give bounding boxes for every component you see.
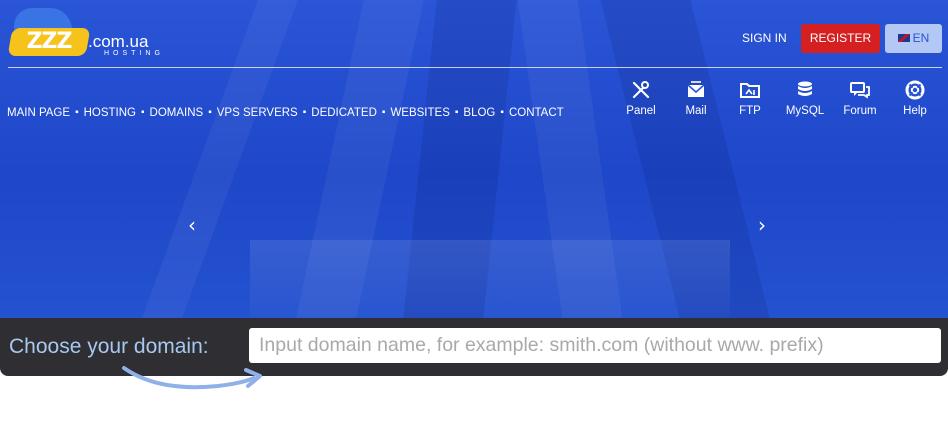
database-icon bbox=[798, 81, 812, 96]
nav-domains[interactable]: DOMAINS bbox=[150, 105, 204, 121]
hero-decoration bbox=[250, 240, 730, 318]
uk-flag-icon bbox=[897, 34, 910, 42]
tool-forum[interactable]: Forum bbox=[840, 80, 880, 120]
lifebuoy-icon bbox=[905, 80, 925, 100]
nav-separator: ▪ bbox=[302, 107, 307, 118]
logo-domain: .com.ua bbox=[88, 32, 149, 51]
curved-arrow-icon bbox=[122, 366, 262, 390]
nav-separator: ▪ bbox=[75, 107, 79, 118]
tool-help[interactable]: Help bbox=[898, 80, 932, 120]
language-label: EN bbox=[912, 31, 930, 45]
language-switcher[interactable]: EN bbox=[885, 24, 942, 53]
site-logo[interactable]: ZZZ .com.ua HOSTING bbox=[7, 6, 160, 58]
nav-dedicated[interactable]: DEDICATED bbox=[311, 105, 377, 121]
sign-in-link[interactable]: SIGN IN bbox=[742, 30, 787, 46]
logo-mark: ZZZ bbox=[7, 28, 91, 56]
nav-hosting[interactable]: HOSTING bbox=[84, 105, 136, 121]
tool-panel[interactable]: Panel bbox=[618, 80, 664, 120]
tool-mail[interactable]: Mail bbox=[678, 80, 714, 120]
nav-websites[interactable]: WEBSITES bbox=[390, 105, 449, 121]
tools-icon bbox=[632, 81, 650, 99]
quick-tools: Panel Mail FTP MySQL Forum Help bbox=[618, 80, 944, 120]
mail-icon bbox=[687, 81, 705, 97]
nav-separator: ▪ bbox=[454, 107, 459, 118]
nav-vps-servers[interactable]: VPS SERVERS bbox=[217, 105, 298, 121]
tool-mysql[interactable]: MySQL bbox=[782, 80, 828, 120]
nav-separator: ▪ bbox=[141, 107, 145, 118]
nav-separator: ▪ bbox=[208, 107, 212, 118]
register-button[interactable]: REGISTER bbox=[801, 24, 880, 53]
nav-contact[interactable]: CONTACT bbox=[509, 105, 564, 121]
header-divider bbox=[8, 67, 942, 68]
nav-main-page[interactable]: MAIN PAGE bbox=[7, 105, 70, 121]
slider-next-arrow[interactable]: › bbox=[758, 214, 766, 236]
nav-separator: ▪ bbox=[500, 107, 504, 118]
tool-ftp[interactable]: FTP bbox=[732, 80, 768, 120]
folder-icon bbox=[740, 83, 760, 98]
nav-separator: ▪ bbox=[381, 107, 386, 118]
logo-tagline: HOSTING bbox=[104, 50, 164, 57]
chat-icon bbox=[850, 82, 870, 99]
nav-blog[interactable]: BLOG bbox=[463, 105, 495, 121]
domain-search-label: Choose your domain: bbox=[9, 335, 209, 358]
domain-search-input[interactable] bbox=[249, 328, 941, 363]
hero-banner: ZZZ .com.ua HOSTING SIGN IN REGISTER EN … bbox=[0, 0, 948, 318]
slider-prev-arrow[interactable]: ‹ bbox=[188, 214, 196, 236]
main-nav: MAIN PAGE ▪ HOSTING ▪ DOMAINS ▪ VPS SERV… bbox=[7, 105, 564, 121]
